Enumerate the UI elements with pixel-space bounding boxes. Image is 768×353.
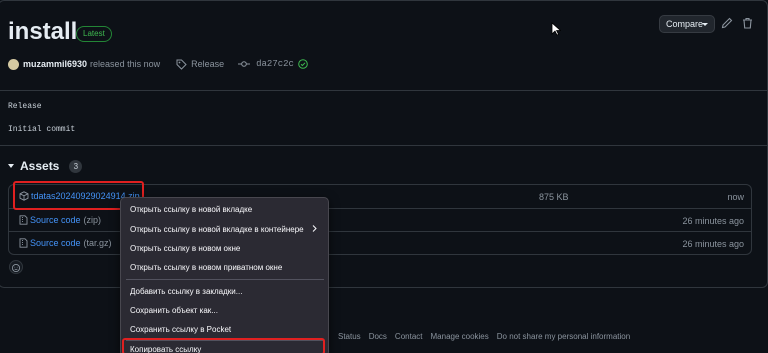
context-menu: Открыть ссылку в новой вкладке Открыть с… bbox=[120, 197, 329, 353]
release-meta: muzammil6930 released this now Release d… bbox=[8, 57, 308, 71]
menu-item-open-new-tab[interactable]: Открыть ссылку в новой вкладке bbox=[130, 205, 252, 214]
tag-link[interactable]: Release bbox=[191, 59, 224, 69]
trash-icon[interactable] bbox=[742, 17, 753, 29]
divider bbox=[0, 90, 768, 91]
tag-icon bbox=[176, 59, 187, 70]
asset-ext: (zip) bbox=[83, 215, 102, 225]
asset-size: 875 KB bbox=[539, 192, 569, 202]
release-action-text: released this now bbox=[90, 59, 161, 69]
footer-link[interactable]: Status bbox=[338, 332, 361, 341]
asset-ext: (tar.gz) bbox=[83, 238, 112, 248]
menu-item-save-to-pocket[interactable]: Сохранить ссылку в Pocket bbox=[130, 325, 231, 334]
asset-time: now bbox=[727, 192, 744, 202]
add-reaction-button[interactable] bbox=[9, 260, 23, 274]
latest-badge: Latest bbox=[76, 26, 112, 42]
author-link[interactable]: muzammil6930 bbox=[23, 59, 87, 69]
smiley-icon bbox=[11, 263, 21, 273]
release-note-line: Initial commit bbox=[8, 125, 76, 134]
menu-item-open-new-window[interactable]: Открыть ссылку в новом окне bbox=[130, 244, 240, 253]
chevron-down-icon bbox=[702, 23, 708, 26]
assets-toggle[interactable]: Assets 3 bbox=[8, 159, 83, 173]
chevron-right-icon bbox=[312, 225, 317, 232]
avatar[interactable] bbox=[8, 58, 19, 70]
footer-link[interactable]: Manage cookies bbox=[431, 332, 489, 341]
menu-item-open-private-window[interactable]: Открыть ссылку в новом приватном окне bbox=[130, 263, 282, 272]
release-note-line: Release bbox=[8, 102, 42, 111]
release-title[interactable]: install bbox=[8, 18, 77, 46]
asset-name: Source code bbox=[30, 215, 81, 225]
mouse-cursor-icon bbox=[551, 22, 561, 36]
assets-count: 3 bbox=[69, 159, 83, 173]
caret-down-icon bbox=[8, 164, 14, 168]
footer-link[interactable]: Contact bbox=[395, 332, 423, 341]
file-zip-icon bbox=[19, 238, 28, 248]
menu-item-bookmark-link[interactable]: Добавить ссылку в закладки... bbox=[130, 287, 242, 296]
footer-link[interactable]: Docs bbox=[369, 332, 387, 341]
menu-item-open-in-container[interactable]: Открыть ссылку в новой вкладке в контейн… bbox=[130, 225, 304, 234]
pencil-icon[interactable] bbox=[721, 17, 733, 29]
verified-check-icon bbox=[298, 59, 308, 69]
compare-button[interactable]: Compare bbox=[659, 15, 715, 33]
asset-name: Source code bbox=[30, 238, 81, 248]
copy-link-highlight-box bbox=[122, 338, 325, 353]
compare-label: Compare bbox=[666, 19, 704, 29]
divider bbox=[0, 145, 768, 146]
commit-icon bbox=[238, 61, 251, 67]
menu-item-save-as[interactable]: Сохранить объект как... bbox=[130, 306, 218, 315]
footer-link[interactable]: Do not share my personal information bbox=[497, 332, 630, 341]
assets-heading: Assets bbox=[20, 159, 60, 173]
commit-sha-link[interactable]: da27c2c bbox=[256, 59, 294, 69]
footer-links: Status Docs Contact Manage cookies Do no… bbox=[338, 332, 638, 341]
file-zip-icon bbox=[19, 215, 28, 225]
menu-separator bbox=[126, 279, 324, 280]
asset-time: 26 minutes ago bbox=[682, 216, 744, 226]
asset-time: 26 minutes ago bbox=[682, 239, 744, 249]
asset-link[interactable]: Source code (tar.gz) bbox=[19, 238, 112, 248]
asset-link[interactable]: Source code (zip) bbox=[19, 215, 101, 225]
